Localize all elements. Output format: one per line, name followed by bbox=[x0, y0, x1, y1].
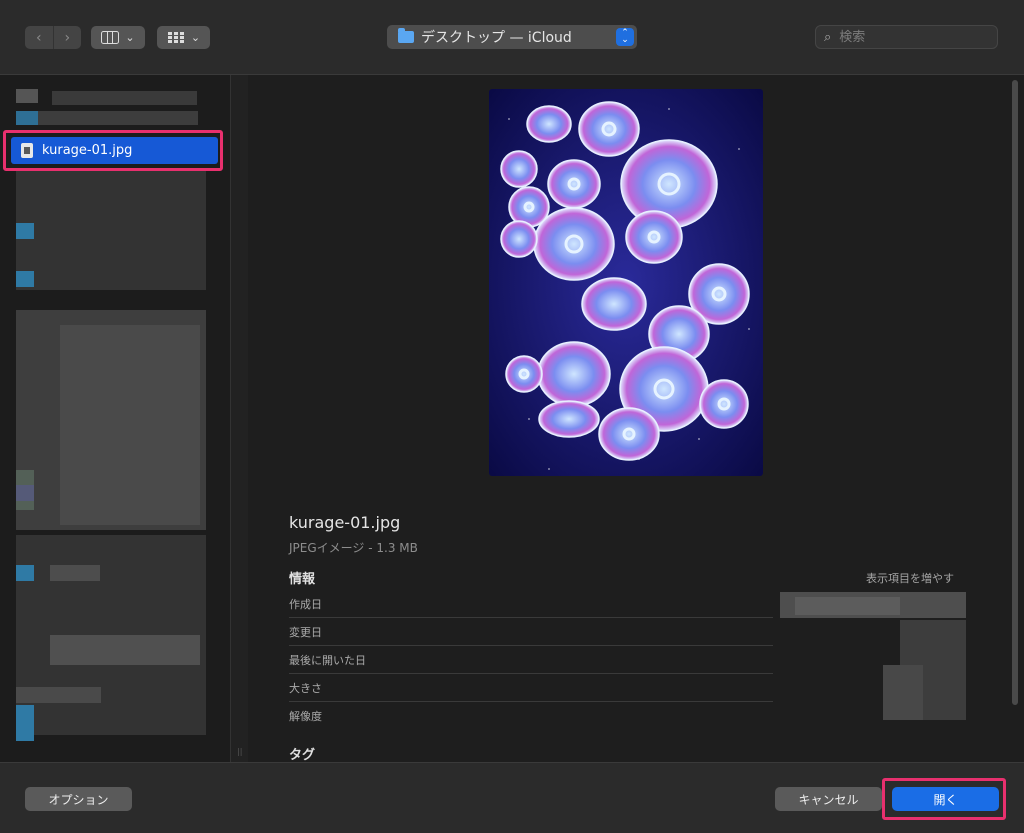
chevron-down-icon: ⌄ bbox=[190, 31, 201, 44]
file-list[interactable] bbox=[0, 75, 230, 762]
chevron-right-icon: › bbox=[64, 29, 71, 46]
group-button[interactable]: ⌄ bbox=[157, 26, 210, 49]
options-button[interactable]: オプション bbox=[25, 787, 132, 811]
info-label: 作成日 bbox=[289, 598, 322, 611]
blurred-item bbox=[38, 111, 198, 125]
column-divider[interactable]: || bbox=[230, 75, 249, 762]
grid-view-icon bbox=[167, 32, 184, 43]
blurred-item bbox=[16, 170, 206, 290]
show-more-link[interactable]: 表示項目を増やす bbox=[866, 570, 954, 586]
view-mode-button[interactable]: ⌄ bbox=[91, 26, 145, 49]
cancel-button[interactable]: キャンセル bbox=[775, 787, 882, 811]
info-row-resolution: 解像度 bbox=[289, 702, 773, 730]
chevron-left-icon: ‹ bbox=[35, 29, 42, 46]
column-view-icon bbox=[101, 31, 120, 44]
open-highlight-frame bbox=[882, 778, 1006, 820]
updown-chevron-icon: ⌃ ⌄ bbox=[616, 28, 634, 46]
blurred-item bbox=[16, 485, 34, 501]
location-popup[interactable]: デスクトップ — iCloud ⌃ ⌄ bbox=[387, 25, 637, 49]
resize-grip-icon: || bbox=[237, 747, 243, 756]
info-label: 変更日 bbox=[289, 626, 322, 639]
selection-highlight-frame bbox=[3, 130, 223, 171]
preview-file-kind: JPEGイメージ - 1.3 MB bbox=[289, 541, 418, 555]
info-label: 解像度 bbox=[289, 710, 322, 723]
blurred-item bbox=[16, 89, 38, 103]
tags-heading: タグ bbox=[289, 748, 316, 763]
search-icon: ⌕ bbox=[824, 29, 832, 45]
search-field[interactable]: ⌕ bbox=[815, 25, 998, 49]
back-button[interactable]: ‹ bbox=[25, 26, 54, 49]
info-row-size: 大きさ bbox=[289, 674, 773, 702]
location-label: デスクトップ — iCloud bbox=[421, 30, 572, 46]
blurred-item bbox=[50, 635, 200, 665]
folder-icon bbox=[398, 28, 414, 43]
blurred-item bbox=[16, 687, 101, 703]
info-label: 大きさ bbox=[289, 682, 322, 695]
info-row-last-opened: 最後に開いた日 bbox=[289, 646, 773, 674]
blurred-item bbox=[16, 705, 34, 741]
blurred-item bbox=[16, 223, 34, 239]
info-heading: 情報 bbox=[289, 572, 316, 587]
blurred-item bbox=[16, 565, 34, 581]
image-preview bbox=[489, 89, 763, 476]
nav-buttons: ‹ › bbox=[25, 26, 81, 49]
info-row-created: 作成日 bbox=[289, 590, 773, 618]
scrollbar[interactable] bbox=[1009, 80, 1021, 705]
blurred-value bbox=[883, 665, 923, 720]
jellyfish-illustration bbox=[489, 89, 763, 476]
blurred-item bbox=[52, 91, 197, 105]
info-label: 最後に開いた日 bbox=[289, 654, 366, 667]
scrollbar-thumb[interactable] bbox=[1012, 80, 1018, 705]
blurred-value bbox=[795, 597, 900, 615]
preview-file-name: kurage-01.jpg bbox=[289, 513, 401, 532]
blurred-item bbox=[60, 325, 200, 525]
info-row-modified: 変更日 bbox=[289, 618, 773, 646]
blurred-item bbox=[16, 111, 38, 125]
search-input[interactable] bbox=[837, 28, 982, 46]
blurred-item bbox=[50, 565, 100, 581]
blurred-item bbox=[16, 271, 34, 287]
forward-button[interactable]: › bbox=[54, 26, 82, 49]
chevron-down-icon: ⌄ bbox=[125, 31, 135, 44]
